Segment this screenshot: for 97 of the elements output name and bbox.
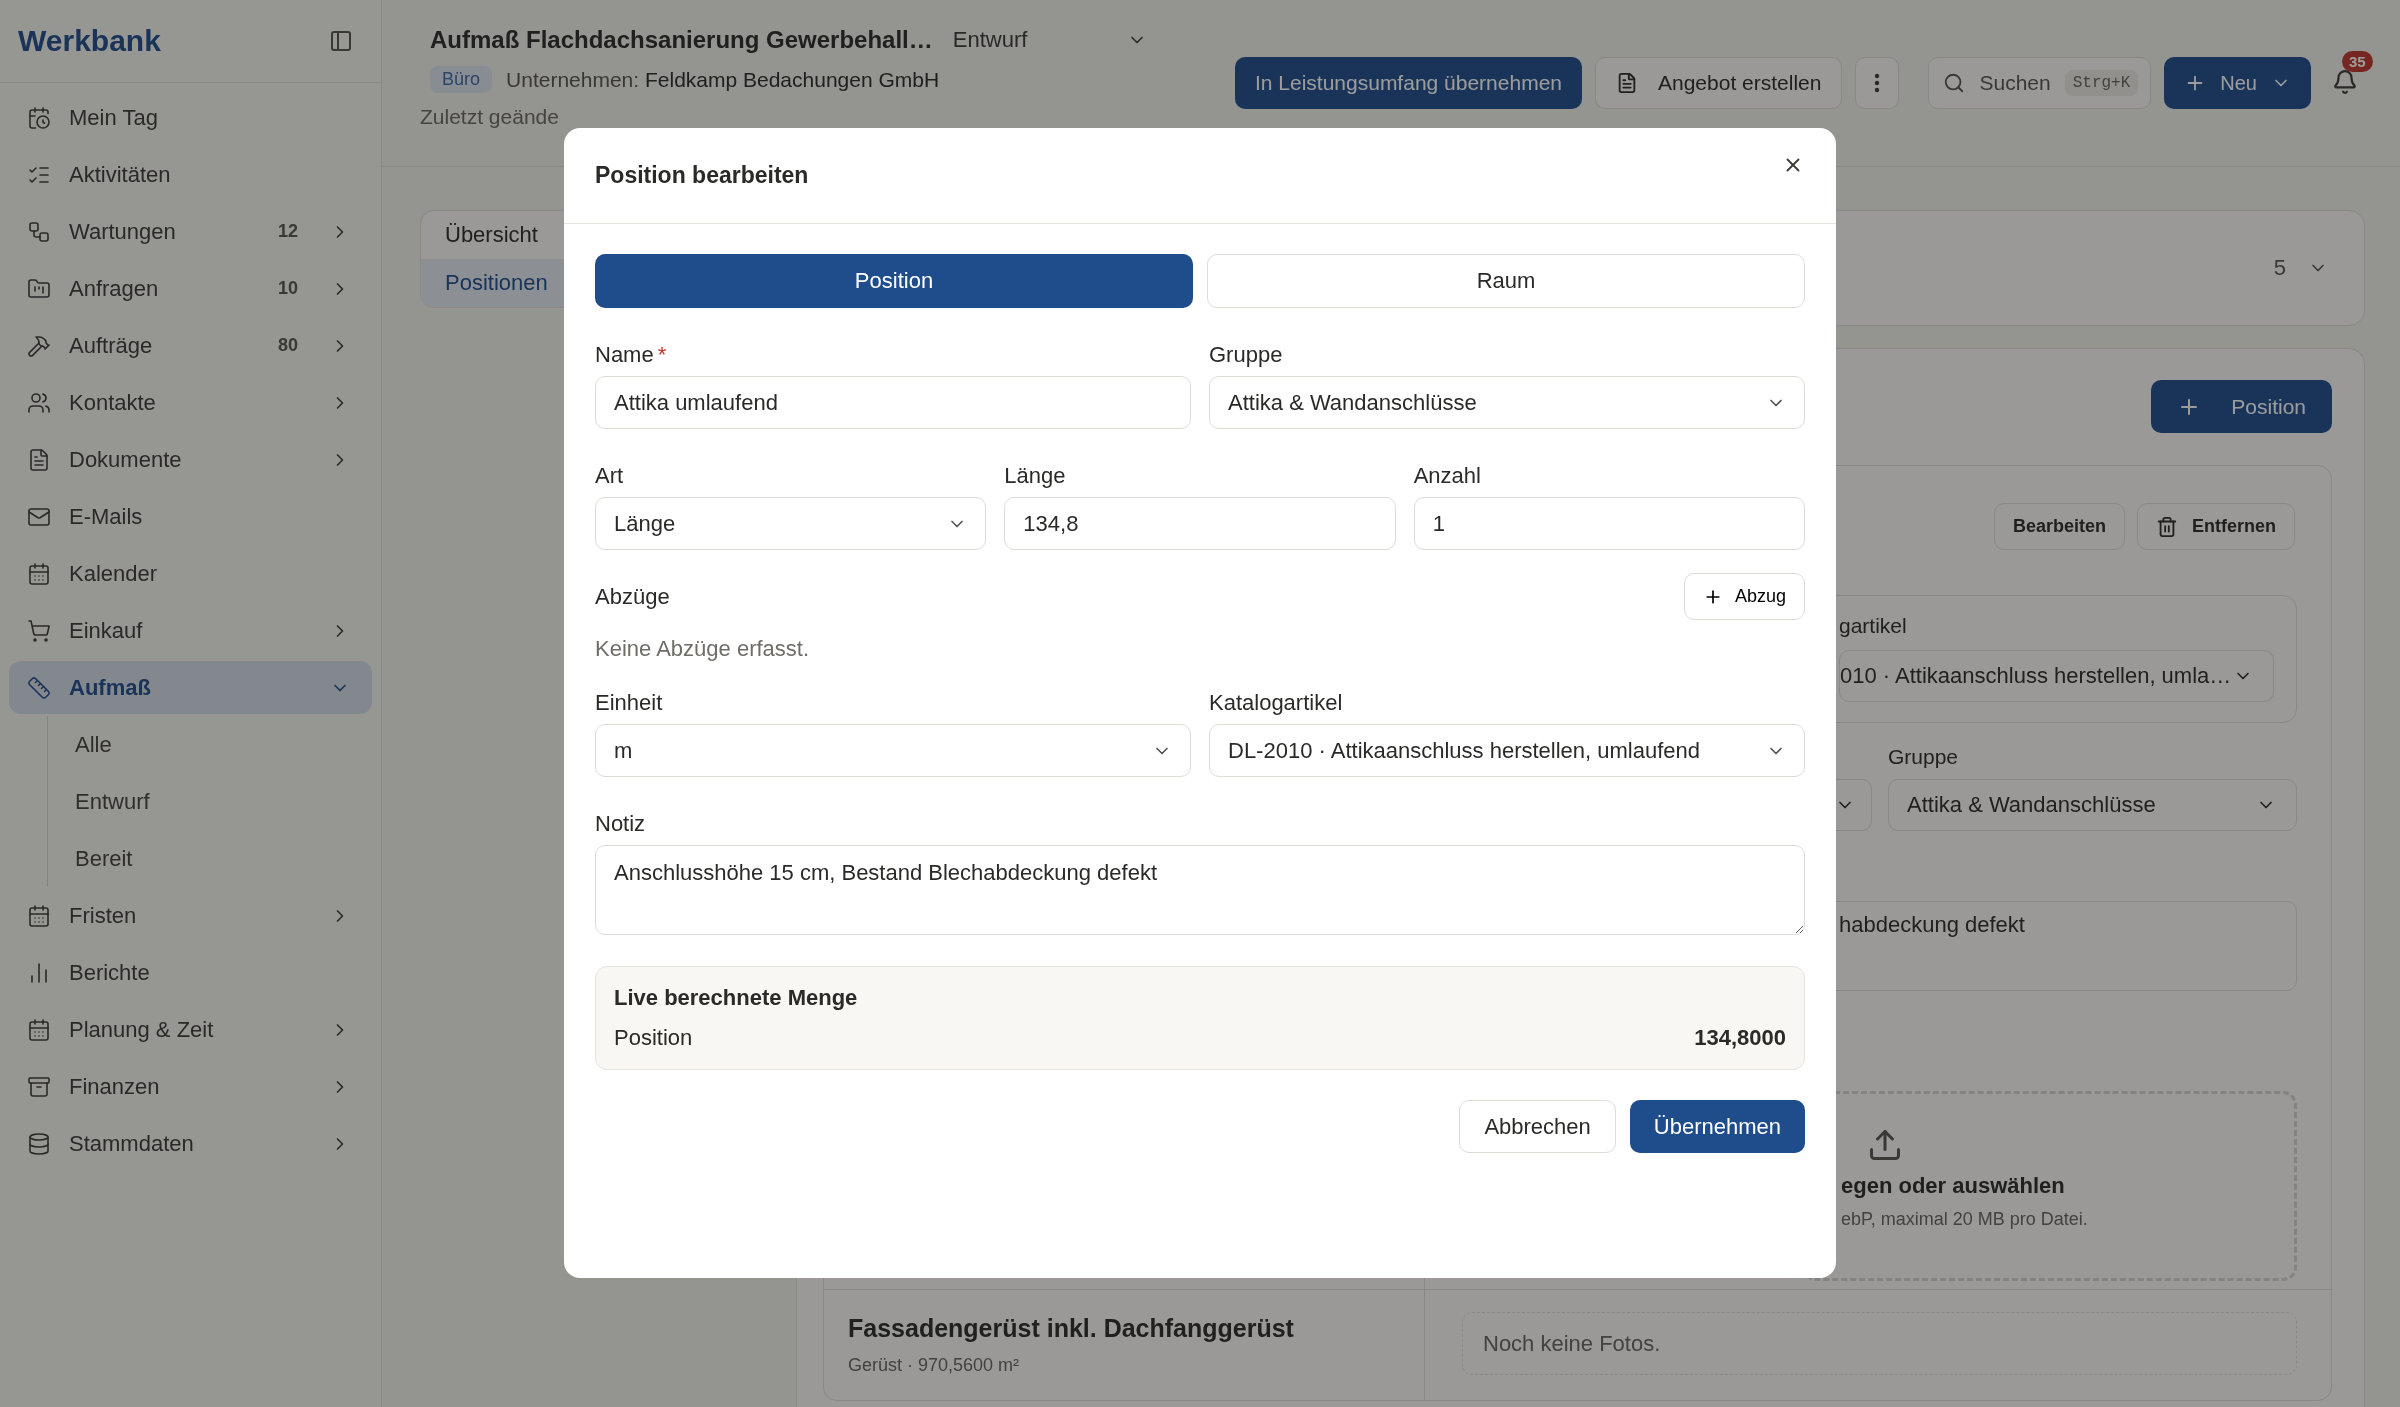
sidebar-item[interactable]: Dokumente — [9, 433, 372, 486]
ruler-icon — [27, 675, 51, 700]
sidebar-item[interactable]: Aufträge 80 — [9, 319, 372, 372]
position-title: Fassadengerüst inkl. Dachfanggerüst — [848, 1314, 1295, 1343]
search-button[interactable]: Suchen Strg+K — [1928, 57, 2152, 109]
select-field[interactable]: Länge — [595, 497, 987, 550]
create-offer-button[interactable]: Angebot erstellen — [1595, 57, 1843, 109]
app-logo: Werkbank — [18, 24, 161, 58]
dialog-title: Position bearbeiten — [595, 162, 809, 189]
tab[interactable]: Position — [595, 254, 1193, 308]
count-label: 80 — [277, 335, 298, 356]
empty-text: Keine Abzüge erfasst. — [595, 636, 811, 662]
sidebar-item[interactable]: Wartungen 12 — [9, 205, 372, 258]
sidebar-item[interactable]: Planung & Zeit — [9, 1003, 372, 1056]
users-icon — [27, 390, 51, 415]
live-label: Position — [614, 1025, 693, 1051]
trash-icon — [2156, 515, 2178, 538]
bell-icon[interactable] — [2332, 69, 2358, 95]
field-label: Gruppe — [1209, 342, 1284, 368]
sidebar-subitem[interactable]: Bereit — [48, 830, 372, 887]
new-button[interactable]: Neu — [2164, 57, 2311, 109]
select-field[interactable]: DL-2010 · Attikaanschluss herstellen, umlaufend — [1209, 724, 1805, 777]
count-text: 5 — [2273, 255, 2286, 281]
input-field[interactable]: Attika umlaufend — [595, 376, 1191, 429]
calendar-icon — [27, 561, 51, 586]
input-field[interactable]: 134,8 — [1004, 497, 1396, 550]
live-value: 134,8000 — [1694, 1025, 1786, 1051]
input-field[interactable]: 1 — [1413, 497, 1805, 550]
sidebar-item[interactable]: Berichte — [9, 946, 372, 999]
database-icon — [27, 1131, 51, 1156]
page-title: Aufmaß Flachdachsanierung Gewerbehall… — [430, 26, 933, 54]
sidebar-item[interactable]: Stammdaten — [9, 1117, 372, 1170]
upload-icon — [1867, 1127, 1903, 1163]
confirm-button[interactable]: Übernehmen — [1629, 1100, 1805, 1153]
remove-button[interactable]: Entfernen — [2137, 503, 2295, 550]
sidebar-item[interactable]: Fristen — [9, 889, 372, 942]
edit-button[interactable]: Bearbeiten — [1993, 503, 2125, 550]
tag: Büro — [430, 66, 493, 93]
sidebar-item[interactable]: Finanzen — [9, 1060, 372, 1113]
field-label: gartikel — [1839, 614, 1908, 638]
sidebar-item[interactable]: Anfragen 10 — [9, 262, 372, 315]
field-label: Anzahl — [1413, 463, 1482, 489]
sidebar-subitem[interactable]: Alle — [48, 716, 372, 773]
select-field[interactable]: Attika & Wandanschlüsse — [1209, 376, 1805, 429]
sidebar-item[interactable]: E-Mails — [9, 490, 372, 543]
cart-icon — [27, 618, 51, 643]
required-mark: * — [657, 342, 667, 368]
sidebar-item[interactable]: Einkauf — [9, 604, 372, 657]
document-icon — [27, 447, 51, 472]
sidebar-item[interactable]: Kontakte — [9, 376, 372, 429]
status-dropdown[interactable]: Entwurf — [952, 27, 1148, 53]
sidebar-toggle-icon[interactable] — [329, 29, 353, 53]
field-label: Abzüge — [595, 583, 670, 610]
count-label: 10 — [277, 278, 298, 299]
live-title: Live berechnete Menge — [614, 985, 859, 1011]
add-deduction-button[interactable]: Abzug — [1683, 573, 1805, 620]
photos-empty: Noch keine Fotos. — [1462, 1312, 2297, 1375]
sidebar-item[interactable]: Mein Tag — [9, 91, 372, 144]
field-label: Gruppe — [1888, 745, 1960, 769]
position-meta: Gerüst · 970,5600 m² — [848, 1355, 1021, 1376]
hammer-icon — [27, 333, 51, 358]
archive-icon — [27, 1074, 51, 1099]
sidebar-item[interactable]: Aktivitäten — [9, 148, 372, 201]
sidebar-item[interactable]: Aufmaß — [9, 661, 372, 714]
shortcut-hint: Strg+K — [2064, 70, 2139, 96]
upload-hint: ebP, maximal 20 MB pro Datei. — [1841, 1209, 2089, 1230]
calendar-clock-icon — [27, 105, 51, 130]
select-field[interactable]: m — [595, 724, 1191, 777]
select-field[interactable]: Attika & Wandanschlüsse — [1888, 779, 2297, 831]
field-label: Name * — [595, 342, 668, 368]
tab[interactable]: Übersicht — [421, 211, 579, 259]
notification-badge: 35 — [2342, 51, 2373, 72]
field-label: Länge — [1004, 463, 1067, 489]
more-icon — [1874, 73, 1881, 93]
select-field[interactable]: 010 · Attikaanschluss herstellen, umla… — [1839, 650, 2274, 702]
folder-icon — [27, 276, 51, 301]
textarea-field[interactable]: Anschlusshöhe 15 cm, Bestand Blechabdeckung defekt — [595, 845, 1805, 935]
document-icon — [1616, 72, 1638, 94]
calendar-icon — [27, 1017, 51, 1042]
field-label: Art — [595, 463, 625, 489]
updated-text: Zuletzt geände — [420, 105, 560, 129]
company-text: Unternehmen: Feldkamp Bedachungen GmbH — [506, 67, 940, 92]
add-position-button[interactable]: Position — [2151, 380, 2332, 433]
count-label: 12 — [277, 221, 298, 242]
field-label: Katalogartikel — [1209, 690, 1344, 716]
sidebar-subitem[interactable]: Entwurf — [48, 773, 372, 830]
calendar-icon — [27, 903, 51, 928]
tab[interactable]: Raum — [1207, 254, 1805, 308]
upload-title: egen oder auswählen — [1841, 1173, 2066, 1199]
workflow-icon — [27, 219, 51, 244]
field-label: Notiz — [595, 811, 647, 837]
sidebar-item[interactable]: Kalender — [9, 547, 372, 600]
field-label: Einheit — [595, 690, 664, 716]
more-button[interactable] — [1855, 57, 1900, 109]
cancel-button[interactable]: Abbrechen — [1459, 1100, 1616, 1153]
primary-button[interactable]: In Leistungsumfang übernehmen — [1234, 57, 1582, 109]
search-icon — [1943, 72, 1966, 94]
